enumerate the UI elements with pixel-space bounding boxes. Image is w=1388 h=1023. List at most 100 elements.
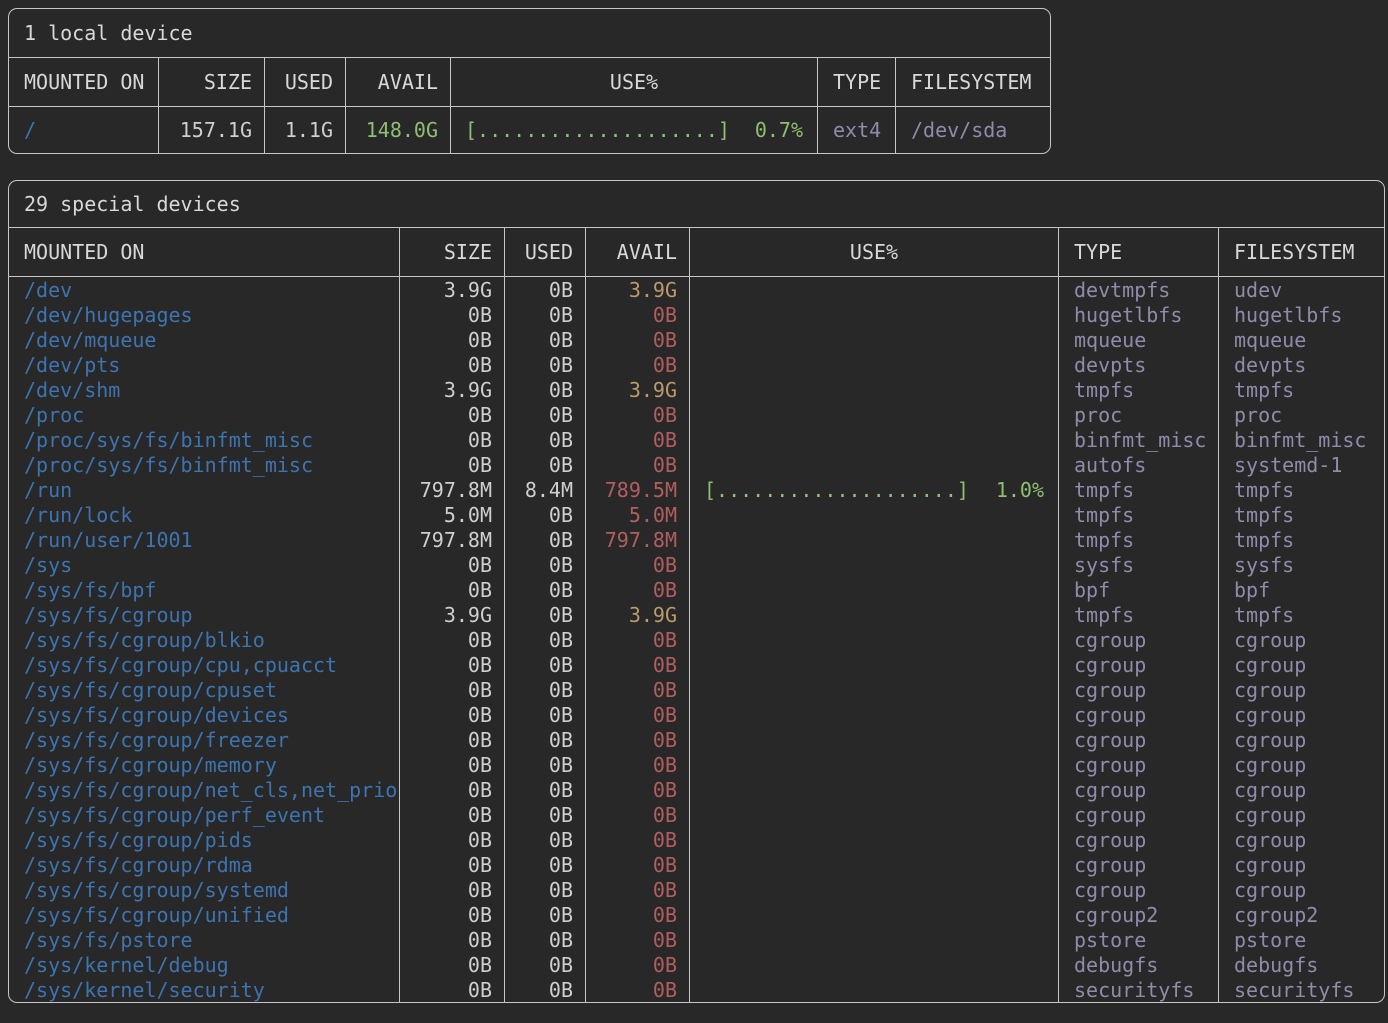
mount-point: /sys/kernel/debug (9, 952, 399, 977)
size-value: 0B (399, 777, 504, 802)
mount-point: /run/user/1001 (9, 527, 399, 552)
col-header-type: TYPE (1058, 228, 1218, 276)
avail-value: 0B (585, 402, 689, 427)
filesystem: devpts (1218, 352, 1384, 377)
filesystem: tmpfs (1218, 527, 1384, 552)
avail-value: 0B (585, 727, 689, 752)
avail-value: 0B (585, 652, 689, 677)
table-row: /sys/fs/cgroup 3.9G 0B 3.9G tmpfs tmpfs (9, 602, 1384, 627)
usage-cell (689, 827, 1058, 852)
terminal-screen: { "colors": { "bg": "#282828", "border":… (0, 0, 1388, 1023)
size-value: 0B (399, 752, 504, 777)
fs-type: bpf (1058, 577, 1218, 602)
avail-value: 0B (585, 327, 689, 352)
avail-value: 3.9G (585, 602, 689, 627)
used-value: 0B (504, 652, 585, 677)
avail-value: 5.0M (585, 502, 689, 527)
usage-bar: [....................] (465, 118, 730, 142)
fs-type: cgroup (1058, 677, 1218, 702)
usage-cell (689, 452, 1058, 477)
size-value: 0B (399, 927, 504, 952)
used-value: 0B (504, 677, 585, 702)
col-header-mounted-on: MOUNTED ON (9, 58, 158, 106)
filesystem: cgroup (1218, 827, 1384, 852)
filesystem: tmpfs (1218, 502, 1384, 527)
usage-cell (689, 927, 1058, 952)
mount-point: /proc (9, 402, 399, 427)
fs-type: cgroup2 (1058, 902, 1218, 927)
fs-type: cgroup (1058, 652, 1218, 677)
fs-type: proc (1058, 402, 1218, 427)
used-value: 0B (504, 452, 585, 477)
used-value: 0B (504, 727, 585, 752)
mount-point: /sys/fs/bpf (9, 577, 399, 602)
fs-type: cgroup (1058, 827, 1218, 852)
filesystem: cgroup (1218, 877, 1384, 902)
size-value: 0B (399, 552, 504, 577)
mount-point: /sys/fs/cgroup/systemd (9, 877, 399, 902)
table-row: /sys/fs/cgroup/unified 0B 0B 0B cgroup2 … (9, 902, 1384, 927)
filesystem: cgroup (1218, 727, 1384, 752)
special-devices-table-title: 29 special devices (9, 181, 1384, 228)
size-value: 0B (399, 827, 504, 852)
fs-type: pstore (1058, 927, 1218, 952)
local-devices-table-body: / 157.1G 1.1G 148.0G [..................… (9, 107, 1050, 153)
filesystem: cgroup (1218, 777, 1384, 802)
used-value: 0B (504, 902, 585, 927)
filesystem: sysfs (1218, 552, 1384, 577)
table-row: /sys/fs/cgroup/net_cls,net_prio 0B 0B 0B… (9, 777, 1384, 802)
avail-value: 0B (585, 877, 689, 902)
col-header-avail: AVAIL (345, 58, 450, 106)
mount-point: /sys/fs/cgroup/freezer (9, 727, 399, 752)
mount-point: /run (9, 477, 399, 502)
usage-cell (689, 952, 1058, 977)
table-row: / 157.1G 1.1G 148.0G [..................… (9, 107, 1050, 153)
col-header-used: USED (504, 228, 585, 276)
filesystem: tmpfs (1218, 602, 1384, 627)
filesystem: binfmt_misc (1218, 427, 1384, 452)
mount-point: /run/lock (9, 502, 399, 527)
col-header-filesystem: FILESYSTEM (895, 58, 1050, 106)
size-value: 797.8M (399, 477, 504, 502)
filesystem: tmpfs (1218, 477, 1384, 502)
size-value: 0B (399, 677, 504, 702)
size-value: 0B (399, 727, 504, 752)
filesystem: mqueue (1218, 327, 1384, 352)
filesystem: cgroup (1218, 677, 1384, 702)
used-value: 0B (504, 802, 585, 827)
filesystem: cgroup (1218, 752, 1384, 777)
filesystem: cgroup (1218, 702, 1384, 727)
table-row: /proc 0B 0B 0B proc proc (9, 402, 1384, 427)
usage-cell (689, 402, 1058, 427)
used-value: 0B (504, 277, 585, 302)
fs-type: tmpfs (1058, 377, 1218, 402)
table-row: /dev/hugepages 0B 0B 0B hugetlbfs hugetl… (9, 302, 1384, 327)
size-value: 0B (399, 702, 504, 727)
filesystem: hugetlbfs (1218, 302, 1384, 327)
avail-value: 0B (585, 452, 689, 477)
mount-point: /sys/kernel/security (9, 977, 399, 1002)
filesystem: securityfs (1218, 977, 1384, 1002)
avail-value: 0B (585, 627, 689, 652)
avail-value: 148.0G (345, 107, 450, 153)
table-row: /dev/pts 0B 0B 0B devpts devpts (9, 352, 1384, 377)
avail-value: 3.9G (585, 377, 689, 402)
used-value: 0B (504, 402, 585, 427)
size-value: 0B (399, 952, 504, 977)
used-value: 0B (504, 927, 585, 952)
used-value: 0B (504, 352, 585, 377)
fs-type: tmpfs (1058, 477, 1218, 502)
table-row: /sys/kernel/debug 0B 0B 0B debugfs debug… (9, 952, 1384, 977)
fs-type: cgroup (1058, 852, 1218, 877)
used-value: 8.4M (504, 477, 585, 502)
usage-percent: 1.0% (996, 478, 1044, 502)
avail-value: 0B (585, 677, 689, 702)
used-value: 0B (504, 852, 585, 877)
avail-value: 0B (585, 802, 689, 827)
fs-type: cgroup (1058, 777, 1218, 802)
avail-value: 0B (585, 777, 689, 802)
fs-type: securityfs (1058, 977, 1218, 1002)
mount-point: /sys/fs/cgroup/devices (9, 702, 399, 727)
usage-cell (689, 527, 1058, 552)
usage-cell (689, 752, 1058, 777)
